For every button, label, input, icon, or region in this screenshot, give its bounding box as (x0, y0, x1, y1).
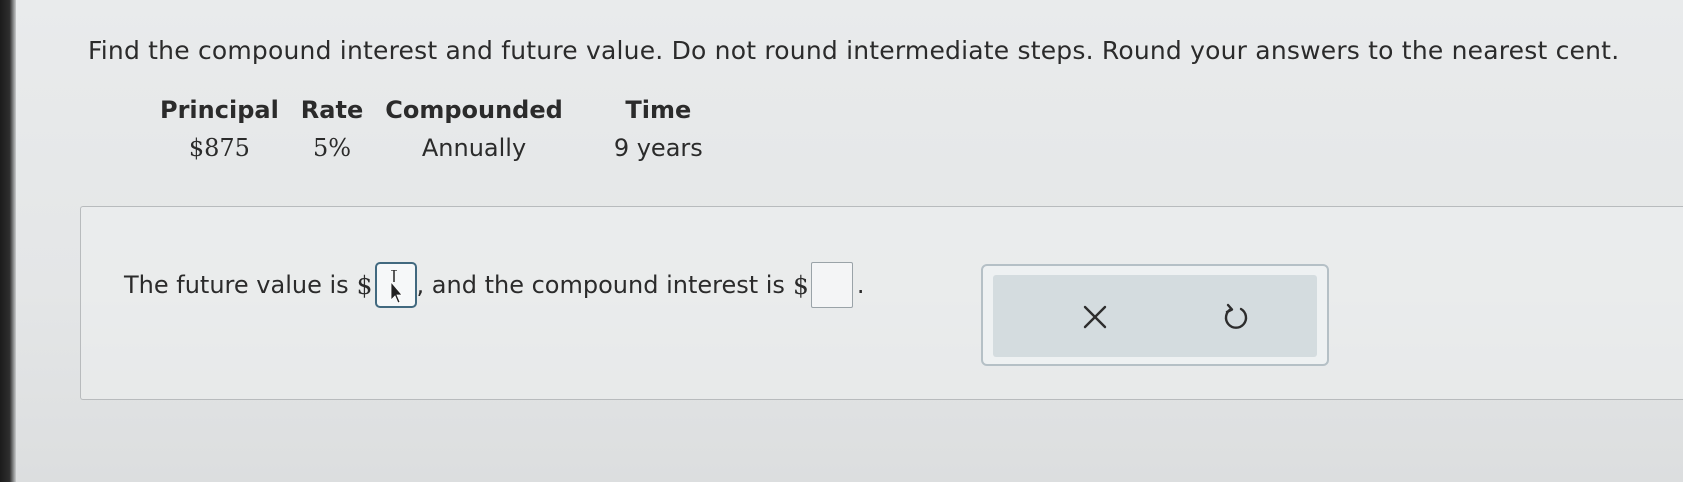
future-value-input[interactable] (374, 262, 417, 308)
table-row: $875 5% Annually 9 years (160, 128, 714, 162)
currency-symbol-interest: $ (792, 270, 809, 300)
value-rate: 5% (312, 134, 352, 162)
close-icon (1083, 305, 1107, 329)
header-time: Time (625, 96, 692, 124)
answer-suffix: . (856, 271, 865, 299)
header-rate: Rate (300, 96, 364, 124)
compound-interest-input[interactable] (810, 262, 853, 308)
currency-symbol-future: $ (356, 270, 373, 300)
answer-middle: , and the compound interest is (416, 271, 785, 299)
question-prompt: Find the compound interest and future va… (88, 36, 1620, 65)
answer-actions (981, 264, 1329, 366)
screen-bezel (0, 0, 16, 482)
header-principal: Principal (160, 96, 279, 124)
problem-data-table: Principal Rate Compounded Time $875 5% A… (160, 92, 714, 162)
undo-icon (1224, 303, 1248, 329)
answer-sentence: The future value is $ , and the compound… (124, 262, 864, 308)
header-compounded: Compounded (385, 96, 563, 124)
answer-prefix: The future value is (124, 271, 349, 299)
mouse-cursor-icon (390, 270, 403, 304)
table-header-row: Principal Rate Compounded Time (160, 92, 714, 128)
reset-button[interactable] (1214, 295, 1258, 339)
clear-button[interactable] (1073, 295, 1117, 339)
value-principal: $875 (188, 134, 250, 162)
value-time: 9 years (613, 134, 703, 162)
answer-actions-inner (993, 275, 1317, 357)
value-compounded: Annually (421, 134, 527, 162)
